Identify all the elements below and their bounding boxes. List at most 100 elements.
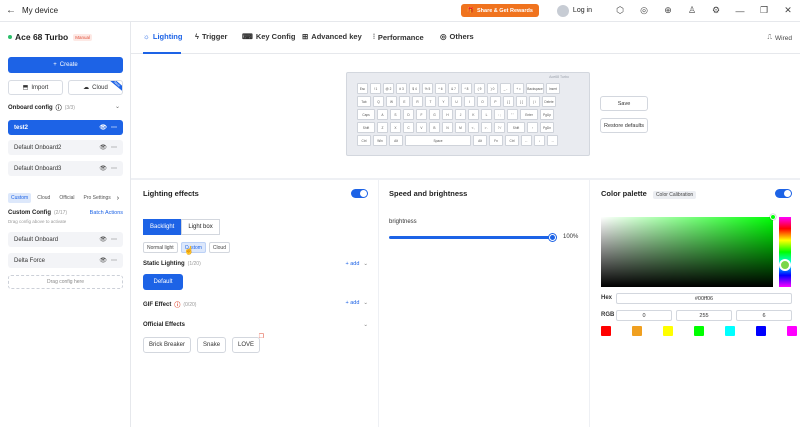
eye-icon[interactable]: 👁 [99,124,107,131]
color-swatch[interactable] [663,326,673,336]
color-swatch[interactable] [694,326,704,336]
key[interactable]: Esc [357,83,368,94]
eye-icon[interactable]: 👁 [99,165,107,172]
help-icon[interactable]: ⓘ [174,300,180,309]
key[interactable]: PgDn [540,122,554,133]
hue-slider-handle[interactable] [779,259,791,271]
key[interactable]: Alt [473,135,487,146]
key[interactable]: H [442,109,453,120]
tab-custom[interactable]: Custom [8,193,32,203]
key[interactable]: X [390,122,401,133]
green-input[interactable]: 255 [676,310,732,321]
key[interactable]: & 7 [448,83,459,94]
key[interactable]: ) 0 [487,83,498,94]
chevron-down-icon[interactable]: ⌄ [115,103,120,110]
cloud-button[interactable]: ☁ Cloud New [68,80,123,95]
key[interactable]: J [455,109,466,120]
tab-performance[interactable]: ⫶ Performance [373,32,424,42]
key[interactable]: Insert [546,83,560,94]
color-swatch[interactable] [756,326,766,336]
key[interactable]: Ctrl [357,135,371,146]
key[interactable]: N [442,122,453,133]
key[interactable]: ^ 6 [435,83,446,94]
color-calibration-button[interactable]: Color Calibration [652,191,697,199]
key[interactable]: U [451,96,462,107]
key[interactable]: → [547,135,558,146]
key[interactable]: O [477,96,488,107]
chip-cloud[interactable]: Cloud [208,242,230,253]
onboard-item-3[interactable]: Default Onboard3 👁 ⋯ [8,161,123,176]
chevron-down-icon[interactable]: ⌄ [363,261,368,267]
key[interactable]: | \ [529,96,540,107]
key[interactable]: ! 1 [370,83,381,94]
key[interactable]: Alt [389,135,403,146]
default-effect-button[interactable]: Default [143,274,183,290]
key[interactable]: R [412,96,423,107]
mode-light-box[interactable]: Light box [181,219,220,235]
key[interactable]: M [455,122,466,133]
key[interactable]: I [464,96,475,107]
blue-input[interactable]: 6 [736,310,792,321]
key[interactable]: Delete [542,96,556,107]
key[interactable]: Win [373,135,387,146]
key[interactable]: Z [377,122,388,133]
key[interactable]: } ] [516,96,527,107]
effect-love[interactable]: LOVE ❐ [232,334,264,353]
restore-defaults-button[interactable]: Restore defaults [600,118,648,133]
palette-icon[interactable]: ◎ [632,0,656,22]
red-input[interactable]: 0 [616,310,672,321]
key[interactable]: < , [468,122,479,133]
help-icon[interactable]: ⓘ [56,103,62,112]
lighting-toggle[interactable] [351,189,368,198]
key[interactable]: ↓ [534,135,545,146]
key[interactable]: D [403,109,414,120]
restore-icon[interactable]: ❐ [752,0,776,22]
key[interactable]: Ctrl [505,135,519,146]
key[interactable]: Shift [357,122,375,133]
tab-pro-settings[interactable]: Pro Settings [81,193,114,203]
key[interactable]: K [468,109,479,120]
palette-toggle[interactable] [775,189,792,198]
more-icon[interactable]: ⋯ [111,165,117,172]
minimize-icon[interactable]: — [728,0,752,22]
color-picker-handle[interactable] [770,214,776,220]
key[interactable]: C [403,122,414,133]
save-button[interactable]: Save [600,96,648,111]
key[interactable]: Space [405,135,471,146]
key[interactable]: # 3 [396,83,407,94]
custom-item-2[interactable]: Delta Force 👁 ⋯ [8,253,123,268]
more-icon[interactable]: ⋯ [111,124,117,131]
tab-official[interactable]: Official [56,193,77,203]
key[interactable]: B [429,122,440,133]
onboard-item-2[interactable]: Default Onboard2 👁 ⋯ [8,140,123,155]
hue-slider[interactable] [779,217,791,287]
gear-icon[interactable]: ⚙ [704,0,728,22]
key[interactable]: : ; [494,109,505,120]
import-button[interactable]: ⬒ Import [8,80,63,95]
key[interactable]: Backspace [526,83,544,94]
chevron-down-icon[interactable]: ⌄ [363,322,368,328]
drag-drop-zone[interactable]: Drag config here [8,275,123,289]
key[interactable]: F [416,109,427,120]
key[interactable]: ↑ [527,122,538,133]
chevron-down-icon[interactable]: ⌄ [363,300,368,306]
key[interactable]: " ' [507,109,518,120]
more-icon[interactable]: ⋯ [111,257,117,264]
key[interactable]: $ 4 [409,83,420,94]
color-swatch[interactable] [787,326,797,336]
key[interactable]: Shift [507,122,525,133]
key[interactable]: Fn [489,135,503,146]
key[interactable]: G [429,109,440,120]
more-icon[interactable]: ⋯ [111,144,117,151]
key[interactable]: ( 9 [474,83,485,94]
key[interactable]: Tab [357,96,371,107]
key[interactable]: V [416,122,427,133]
key[interactable]: > . [481,122,492,133]
close-icon[interactable]: ✕ [776,0,800,22]
key[interactable]: Q [373,96,384,107]
cube-icon[interactable]: ⬡ [608,0,632,22]
color-swatch[interactable] [632,326,642,336]
key[interactable]: P [490,96,501,107]
create-button[interactable]: + Create [8,57,123,73]
custom-item-1[interactable]: Default Onboard 👁 ⋯ [8,232,123,247]
